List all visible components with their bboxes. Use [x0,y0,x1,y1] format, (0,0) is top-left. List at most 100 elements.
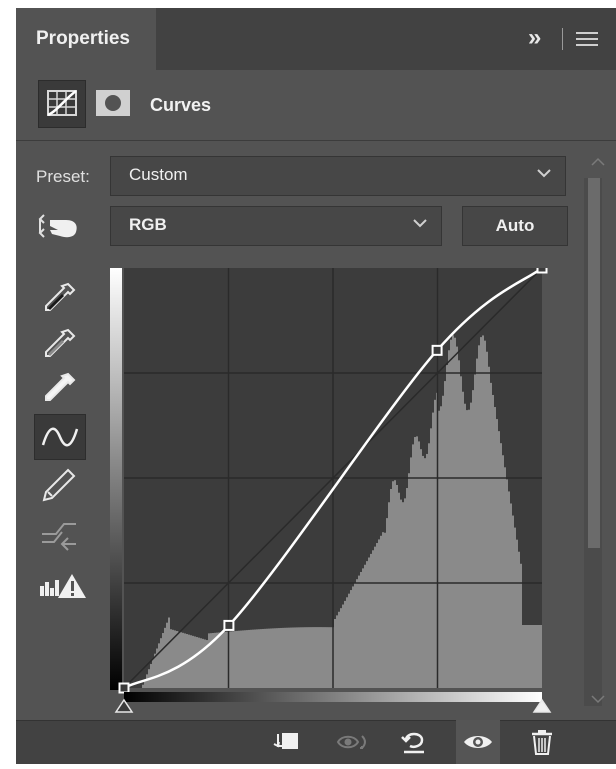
histogram-bar [238,630,240,688]
histogram-bar [402,502,404,688]
histogram-bar [344,600,346,688]
histogram-bar [474,374,476,688]
histogram-bar [516,539,518,688]
histogram-bar [160,638,162,688]
histogram-bar [534,625,536,688]
histogram-bar [458,360,460,688]
properties-panel: Properties » Curves Preset: Custom RGB A… [16,8,616,764]
pencil-draw-icon[interactable] [34,462,84,506]
histogram-bar [356,579,358,688]
histogram-bar [338,611,340,688]
histogram-bar [448,350,450,688]
histogram-bar [290,627,292,688]
curve-control-point[interactable] [118,682,130,694]
histogram-bar [406,488,408,688]
histogram-bar [490,382,492,688]
view-previous-state-icon[interactable] [330,720,374,764]
adjustment-title: Curves [150,95,212,115]
histogram-bar [380,535,382,688]
histogram-bar [496,419,498,688]
histogram-bar [278,628,280,688]
clip-to-layer-icon[interactable] [266,720,310,764]
curves-adjustment-icon[interactable] [38,80,86,128]
histogram-bar [282,627,284,688]
histogram-bar [504,467,506,688]
curve-control-point[interactable] [223,619,235,631]
scroll-up-arrow-icon[interactable] [588,153,608,171]
histogram-bar [440,406,442,688]
histogram-bar [414,437,416,688]
histogram-bar [200,638,202,688]
histogram-bar [164,627,166,688]
preset-value: Custom [129,165,188,184]
scroll-down-arrow-icon[interactable] [588,690,608,708]
sample-white-point-eyedropper-icon[interactable] [34,366,84,410]
curves-graph[interactable] [110,268,560,718]
histogram-bar [382,532,384,688]
histogram-bar [452,335,454,688]
histogram-bar [152,658,154,688]
tab-properties[interactable]: Properties [16,8,156,70]
histogram-bar [288,627,290,688]
histogram-bar [296,627,298,688]
smooth-curve-icon[interactable] [34,512,84,556]
histogram-bar [358,575,360,688]
histogram-bar [392,481,394,688]
histogram-bar [486,351,488,688]
layer-mask-icon[interactable] [96,90,130,116]
auto-button[interactable]: Auto [462,206,568,246]
histogram-bar [306,627,308,688]
toggle-visibility-eye-icon[interactable] [456,720,500,764]
histogram-bar [192,635,194,688]
hamburger-menu-icon[interactable] [576,30,598,48]
histogram-bar [316,627,318,688]
scrollbar-thumb[interactable] [588,178,600,548]
histogram-bar [202,638,204,688]
double-chevron-right-icon[interactable]: » [528,24,541,52]
histogram-bar [280,627,282,688]
histogram-bar [222,632,224,688]
reset-adjustment-icon[interactable] [392,720,436,764]
curve-control-point[interactable] [431,344,443,356]
histogram-bar [394,480,396,688]
channel-dropdown[interactable]: RGB [110,206,442,246]
histogram-bar [514,527,516,688]
histogram-bar [368,557,370,688]
histogram-bar [236,630,238,688]
histogram-bar [158,643,160,688]
edit-points-curve-icon[interactable] [34,414,86,460]
histogram-bar [312,627,314,688]
preset-dropdown[interactable]: Custom [110,156,566,196]
histogram-bar [270,628,272,688]
histogram-bar [150,664,152,688]
histogram-bar [352,586,354,688]
histogram-bar [384,532,386,688]
histogram-bar [330,627,332,688]
delete-adjustment-trash-icon[interactable] [520,720,564,764]
histogram-bar [412,444,414,688]
histogram-bar [432,412,434,688]
histogram-bar [190,635,192,688]
targeted-adjustment-hand-icon[interactable] [36,210,84,242]
histogram-bar [174,630,176,688]
histogram-bar [522,625,524,688]
histogram-bar [166,622,168,688]
histogram-bar [528,625,530,688]
histogram-bar [434,399,436,688]
histogram-bar [254,629,256,688]
histogram-bar [438,410,440,688]
histogram-bar [246,630,248,688]
histogram-bar [446,364,448,688]
histogram-bar [326,627,328,688]
sample-black-point-eyedropper-icon[interactable] [34,276,84,320]
sample-gray-point-eyedropper-icon[interactable] [34,322,84,366]
clipping-warning-icon[interactable] [34,564,86,608]
histogram-bar [450,339,452,688]
preset-label: Preset: [36,167,90,186]
histogram-bar [230,631,232,688]
curve-control-point[interactable] [536,268,548,274]
histogram-bar [262,628,264,688]
divider [562,28,563,50]
histogram-bar [540,625,542,688]
histogram-bar [524,625,526,688]
